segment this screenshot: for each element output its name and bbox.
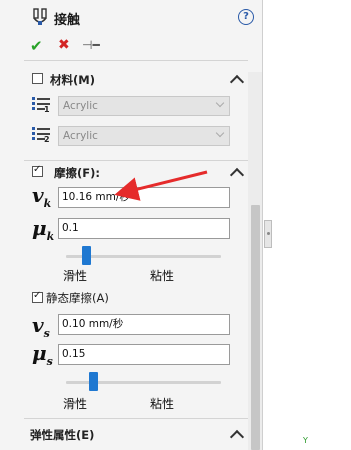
material-list-2-icon: 2 [32, 126, 50, 144]
material-group-label: 材料(M) [50, 73, 95, 87]
material-2-select[interactable]: Acrylic [58, 126, 230, 146]
static-slider-thumb[interactable] [89, 372, 99, 391]
friction-group-label: 摩擦(F): [54, 166, 100, 180]
title-row: 接触 ? [0, 0, 262, 34]
scrollbar-thumb[interactable] [251, 205, 260, 450]
chevron-up-icon[interactable] [229, 429, 245, 445]
friction-group-header[interactable]: 摩擦(F): [24, 163, 248, 183]
action-row: ✔ ✖ ⊣━ [0, 34, 262, 56]
vk-symbol: vk [32, 183, 52, 210]
vs-input[interactable]: 0.10 mm/秒 [58, 314, 230, 335]
slider-left-label: 滑性 [63, 397, 88, 411]
ok-check-icon[interactable]: ✔ [30, 37, 43, 55]
muk-symbol: μk [32, 216, 55, 243]
static-friction-checkbox[interactable] [32, 290, 43, 303]
chevron-up-icon[interactable] [229, 74, 245, 90]
vs-symbol: vs [32, 313, 50, 340]
muk-input[interactable]: 0.1 [58, 218, 230, 239]
material-list-1-icon: 1 [32, 96, 50, 114]
page-title: 接触 [54, 13, 81, 28]
material-1-select[interactable]: Acrylic [58, 96, 230, 116]
panel-border [262, 0, 263, 450]
contact-feature-icon [33, 8, 47, 25]
divider [24, 160, 248, 161]
elastic-group-header[interactable]: 弹性属性(E) [24, 425, 248, 445]
slider-right-label: 粘性 [150, 269, 175, 283]
divider [24, 60, 248, 61]
chevron-up-icon[interactable] [229, 167, 245, 183]
elastic-group-label: 弹性属性(E) [30, 428, 95, 442]
chevron-down-icon [215, 98, 225, 108]
material-group-header[interactable]: 材料(M) [24, 70, 248, 90]
material-2-value: Acrylic [63, 130, 98, 142]
material-1-value: Acrylic [63, 100, 98, 112]
pushpin-icon[interactable]: ⊣━ [82, 38, 100, 52]
material-checkbox[interactable] [32, 73, 43, 84]
divider [24, 418, 248, 419]
vk-input[interactable]: 10.16 mm/秒 [58, 187, 230, 208]
slider-right-label: 粘性 [150, 397, 175, 411]
panel-collapse-handle[interactable] [264, 220, 272, 248]
chevron-down-icon [215, 128, 225, 138]
friction-slider-thumb[interactable] [81, 246, 91, 265]
help-icon[interactable]: ? [238, 9, 254, 25]
static-friction-label[interactable]: 静态摩擦(A) [46, 290, 109, 306]
mus-symbol: μs [32, 341, 53, 368]
slider-left-label: 滑性 [63, 269, 88, 283]
cancel-x-icon[interactable]: ✖ [58, 37, 70, 53]
mus-input[interactable]: 0.15 [58, 344, 230, 365]
axis-y-label: Y [303, 436, 308, 445]
friction-checkbox[interactable] [32, 164, 43, 177]
